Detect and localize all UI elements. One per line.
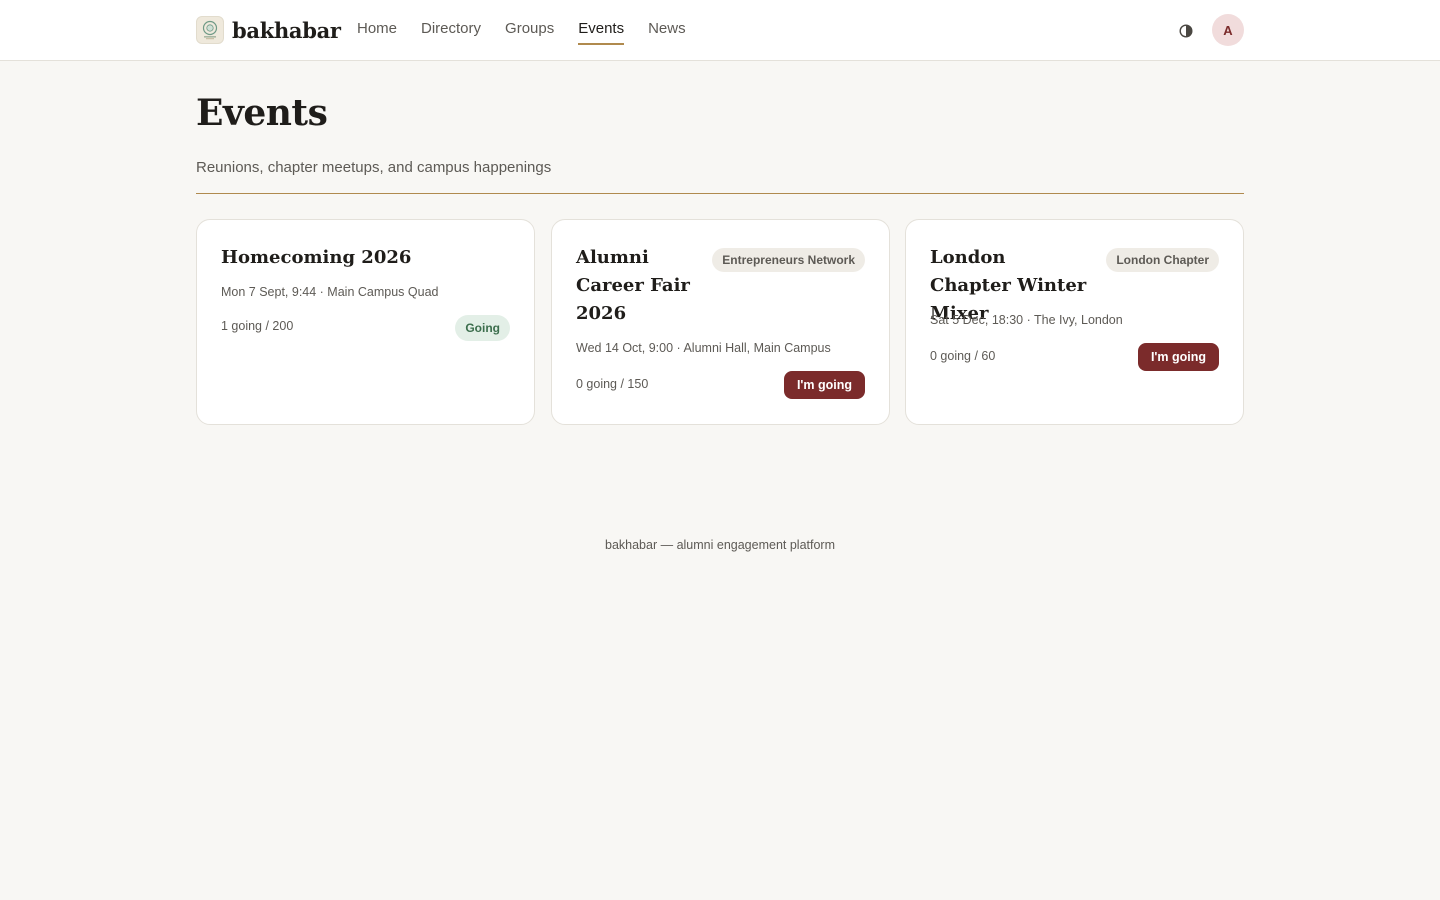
event-title: Homecoming 2026 [221,247,412,268]
main-nav: Home Directory Groups Events News [357,0,686,60]
going-status-badge[interactable]: Going [455,315,510,341]
event-attendance-count: 0 going / 150 [576,377,649,391]
nav-item-home[interactable]: Home [357,0,397,46]
brand-name: bakhabar [232,17,341,43]
heading-divider [196,193,1244,194]
event-date-location: Mon 7 Sept, 9:44 · Main Campus Quad [221,285,439,299]
event-card-career-fair[interactable]: Alumni Career Fair 2026 Entrepreneurs Ne… [551,219,890,425]
theme-toggle-button[interactable] [1175,20,1197,42]
event-date-location: Wed 14 Oct, 9:00 · Alumni Hall, Main Cam… [576,341,831,355]
footer-text: bakhabar — alumni engagement platform [605,538,835,552]
event-card-london-mixer[interactable]: London Chapter Winter Mixer London Chapt… [905,219,1244,425]
event-date-location: Sat 5 Dec, 18:30 · The Ivy, London [930,313,1123,327]
event-title: Alumni Career Fair 2026 [576,247,690,324]
event-group-badge[interactable]: Entrepreneurs Network [712,248,865,272]
page-title: Events [196,92,328,134]
nav-item-events[interactable]: Events [578,0,624,46]
top-navigation-bar: bakhabar Home Directory Groups Events Ne… [0,0,1440,61]
university-crest-icon [196,16,224,44]
event-attendance-count: 1 going / 200 [221,319,294,333]
page-subtitle: Reunions, chapter meetups, and campus ha… [196,159,552,176]
event-card-homecoming[interactable]: Homecoming 2026 Mon 7 Sept, 9:44 · Main … [196,219,535,425]
im-going-button[interactable]: I'm going [1137,343,1219,371]
nav-item-directory[interactable]: Directory [421,0,481,46]
event-group-badge[interactable]: London Chapter [1106,248,1219,272]
nav-item-groups[interactable]: Groups [505,0,554,46]
nav-item-news[interactable]: News [648,0,686,46]
im-going-button[interactable]: I'm going [783,371,865,399]
brand-home-link[interactable]: bakhabar [196,15,341,45]
event-attendance-count: 0 going / 60 [930,349,996,363]
user-avatar[interactable]: A [1212,14,1244,46]
contrast-icon [1179,24,1193,38]
